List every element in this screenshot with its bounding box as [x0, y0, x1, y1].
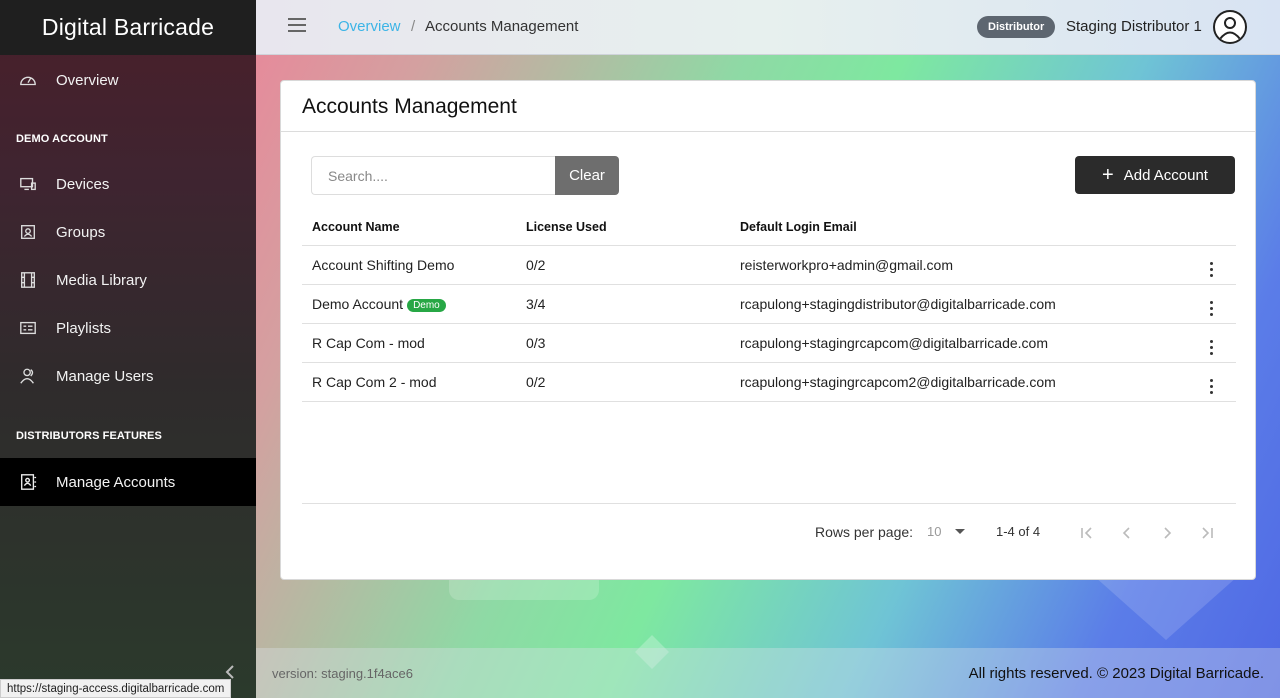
version-text: version: staging.1f4ace6 — [272, 666, 413, 681]
more-options-icon[interactable] — [1209, 379, 1213, 394]
status-url-tooltip: https://staging-access.digitalbarricade.… — [0, 679, 232, 698]
divider — [281, 131, 1255, 132]
column-header-actions — [1186, 209, 1236, 246]
sidebar-item-label: Manage Accounts — [56, 473, 176, 491]
row-actions-cell — [1186, 323, 1236, 363]
row-actions-cell — [1186, 362, 1236, 402]
monitor-icon — [18, 174, 38, 194]
sidebar-item-groups[interactable]: Groups — [0, 208, 256, 256]
email-cell: rcapulong+stagingdistributor@digitalbarr… — [730, 284, 1186, 324]
pagination-range: 1-4 of 4 — [996, 524, 1041, 539]
first-page-icon[interactable] — [1075, 521, 1099, 545]
license-cell: 0/3 — [516, 323, 730, 363]
main-area: Overview / Accounts Management Distribut… — [256, 0, 1280, 698]
account-name-cell: Demo Account Demo — [302, 284, 516, 324]
role-badge: Distributor — [977, 16, 1056, 38]
rows-per-page-label: Rows per page: — [815, 524, 914, 540]
column-header-account-name[interactable]: Account Name — [302, 209, 516, 246]
user-name[interactable]: Staging Distributor 1 — [1066, 18, 1202, 35]
accounts-icon — [18, 472, 38, 492]
clear-button[interactable]: Clear — [555, 156, 619, 195]
caret-down-icon[interactable] — [955, 529, 965, 534]
table-row[interactable]: Account Shifting Demo 0/2 reisterworkpro… — [302, 245, 1236, 285]
last-page-icon[interactable] — [1195, 521, 1219, 545]
table-row[interactable]: Demo Account Demo 3/4 rcapulong+stagingdi… — [302, 284, 1236, 324]
table-header-row: Account Name License Used Default Login … — [302, 209, 1236, 246]
row-actions-cell — [1186, 245, 1236, 285]
sidebar-item-playlists[interactable]: Playlists — [0, 304, 256, 352]
email-cell: rcapulong+stagingrcapcom2@digitalbarrica… — [730, 362, 1186, 402]
section-distributors-features: DISTRIBUTORS FEATURES — [16, 430, 162, 442]
more-options-icon[interactable] — [1209, 262, 1213, 277]
section-demo-account: DEMO ACCOUNT — [16, 133, 108, 145]
breadcrumb-separator: / — [411, 18, 416, 35]
row-actions-cell — [1186, 284, 1236, 324]
account-name-text: Demo Account — [312, 295, 404, 312]
hamburger-menu-icon[interactable] — [288, 18, 306, 32]
accounts-table: Account Name License Used Default Login … — [302, 209, 1236, 402]
demo-badge: Demo — [407, 298, 446, 312]
sidebar-item-overview[interactable]: Overview — [0, 56, 256, 104]
sidebar-item-media-library[interactable]: Media Library — [0, 256, 256, 304]
table-row[interactable]: R Cap Com - mod 0/3 rcapulong+stagingrca… — [302, 323, 1236, 363]
sidebar-item-label: Overview — [56, 71, 119, 89]
breadcrumb-current: Accounts Management — [425, 18, 579, 35]
speedometer-icon — [18, 70, 38, 90]
sidebar-item-label: Playlists — [56, 319, 112, 337]
license-cell: 0/2 — [516, 245, 730, 285]
top-bar: Overview / Accounts Management Distribut… — [256, 0, 1280, 55]
more-options-icon[interactable] — [1209, 301, 1213, 316]
email-cell: rcapulong+stagingrcapcom@digitalbarricad… — [730, 323, 1186, 363]
sidebar-item-devices[interactable]: Devices — [0, 160, 256, 208]
add-account-button[interactable]: + Add Account — [1075, 156, 1235, 194]
more-options-icon[interactable] — [1209, 340, 1213, 355]
table-row[interactable]: R Cap Com 2 - mod 0/2 rcapulong+stagingr… — [302, 362, 1236, 402]
breadcrumb-overview-link[interactable]: Overview — [338, 18, 401, 35]
playlist-icon — [18, 318, 38, 338]
page-title: Accounts Management — [302, 95, 517, 118]
film-icon — [18, 270, 38, 290]
license-cell: 3/4 — [516, 284, 730, 324]
brand-logo[interactable]: Digital Barricade — [0, 0, 256, 55]
sidebar-item-label: Devices — [56, 175, 110, 193]
sidebar-item-label: Media Library — [56, 271, 147, 289]
account-name-cell: Account Shifting Demo — [302, 245, 516, 285]
license-cell: 0/2 — [516, 362, 730, 402]
sidebar: Digital Barricade Overview DEMO ACCOUNT … — [0, 0, 256, 698]
users-icon — [18, 366, 38, 386]
add-account-label: Add Account — [1123, 166, 1208, 184]
rows-per-page-select[interactable]: 10 — [927, 524, 941, 539]
divider — [302, 503, 1236, 504]
sidebar-item-label: Manage Users — [56, 367, 154, 385]
column-header-default-login-email[interactable]: Default Login Email — [730, 209, 1186, 246]
sidebar-item-manage-accounts[interactable]: Manage Accounts — [0, 458, 256, 506]
plus-icon: + — [1102, 163, 1114, 186]
search-input[interactable] — [311, 156, 555, 195]
sidebar-item-manage-users[interactable]: Manage Users — [0, 352, 256, 400]
sidebar-item-label: Groups — [56, 223, 106, 241]
group-icon — [18, 222, 38, 242]
next-page-icon[interactable] — [1155, 521, 1179, 545]
previous-page-icon[interactable] — [1115, 521, 1139, 545]
user-avatar-icon — [1219, 17, 1241, 40]
account-name-cell: R Cap Com - mod — [302, 323, 516, 363]
copyright-text: All rights reserved. © 2023 Digital Barr… — [968, 665, 1264, 682]
avatar[interactable] — [1213, 10, 1247, 44]
footer: version: staging.1f4ace6 All rights rese… — [256, 648, 1280, 698]
accounts-card: Accounts Management Clear + Add Account … — [280, 80, 1256, 580]
account-name-cell: R Cap Com 2 - mod — [302, 362, 516, 402]
column-header-license-used[interactable]: License Used — [516, 209, 730, 246]
email-cell: reisterworkpro+admin@gmail.com — [730, 245, 1186, 285]
